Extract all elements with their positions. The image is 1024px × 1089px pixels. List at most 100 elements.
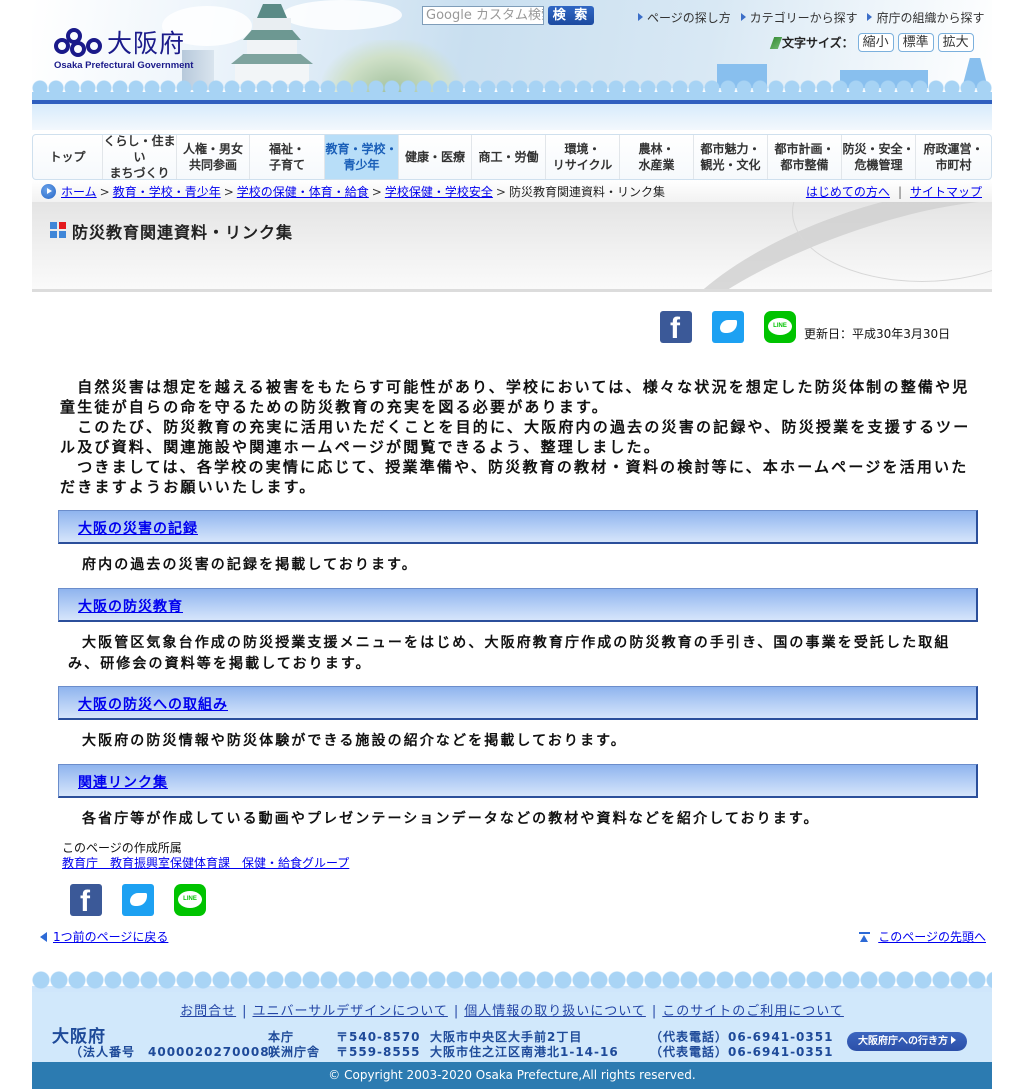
nav-item-label: 商工・労働 bbox=[478, 150, 539, 164]
breadcrumb-separator: > bbox=[99, 185, 110, 199]
tree-row-decoration bbox=[32, 78, 992, 100]
footer-link-privacy[interactable]: 個人情報の取り扱いについて bbox=[464, 1004, 646, 1019]
search-button[interactable]: 検 索 bbox=[548, 6, 594, 25]
twitter-share-icon[interactable] bbox=[122, 884, 154, 916]
sitemap-link[interactable]: サイトマップ bbox=[910, 185, 982, 199]
title-squares-icon bbox=[50, 222, 66, 238]
nav-item-urban-planning[interactable]: 都市計画・ 都市整備 bbox=[768, 135, 842, 179]
back-link-label[interactable]: 1つ前のページに戻る bbox=[53, 930, 168, 944]
nav-item-label: 防災・安全・ 危機管理 bbox=[842, 142, 915, 172]
line-share-icon[interactable] bbox=[174, 884, 206, 916]
font-size-larger-button[interactable]: 拡大 bbox=[937, 33, 974, 52]
title-band: 防災教育関連資料・リンク集 bbox=[32, 202, 992, 292]
breadcrumb: ホーム > 教育・学校・青少年 > 学校の保健・体育・給食 > 学校保健・学校安全 > 防災教育… bbox=[32, 180, 992, 202]
site-logo[interactable]: 大阪府 Osaka Prefectural Government bbox=[54, 24, 194, 74]
intro-paragraph: つきましては、各学校の実情に応じて、授業準備や、防災教育の教材・資料の検討等に、… bbox=[60, 458, 969, 496]
section-description: 府内の過去の災害の記録を掲載しております。 bbox=[82, 557, 418, 573]
updated-date: 更新日：平成30年3月30日 bbox=[804, 327, 951, 341]
facebook-share-icon[interactable] bbox=[70, 884, 102, 920]
owner-department-link[interactable]: 教育庁 教育振興室保健体育課 保健・給食グループ bbox=[62, 856, 349, 870]
breadcrumb-education[interactable]: 教育・学校・青少年 bbox=[113, 185, 221, 199]
corporate-number: （法人番号 4000020270008） bbox=[70, 1045, 283, 1059]
footer-link-contact[interactable]: お問合せ bbox=[180, 1004, 236, 1019]
nav-item-human-rights[interactable]: 人権・男女 共同参画 bbox=[177, 135, 250, 179]
utility-link-page-guide[interactable]: ページの探し方 bbox=[638, 11, 731, 25]
section-link-disaster-records[interactable]: 大阪の災害の記録 bbox=[78, 518, 198, 538]
nav-item-label: 環境・ リサイクル bbox=[552, 142, 613, 172]
divider: | bbox=[453, 1004, 459, 1019]
section-description: 各省庁等が作成している動画やプレゼンテーションデータなどの教材や資料などを紹介し… bbox=[82, 811, 820, 827]
divider: | bbox=[897, 185, 902, 199]
share-buttons-top bbox=[660, 311, 816, 347]
section-link-related-links[interactable]: 関連リンク集 bbox=[78, 772, 168, 792]
nav-item-living[interactable]: くらし・住まい まちづくり bbox=[103, 134, 177, 180]
intro-paragraph: 自然災害は想定を越える被害をもたらす可能性があり、学校においては、様々な状況を想… bbox=[60, 378, 970, 416]
font-size-smaller-button[interactable]: 縮小 bbox=[857, 33, 894, 52]
breadcrumb-current: 防災教育関連資料・リンク集 bbox=[508, 185, 665, 199]
logo-name: 大阪府 bbox=[107, 29, 186, 58]
page-top-link[interactable]: このページの先頭へ bbox=[859, 928, 986, 945]
intro-paragraph: このたび、防災教育の充実に活用いただくことを目的に、大阪府内の過去の災害の記録や… bbox=[60, 418, 971, 456]
breadcrumb-school-safety[interactable]: 学校保健・学校安全 bbox=[385, 185, 493, 199]
footer-links: お問合せ | ユニバーサルデザインについて | 個人情報の取り扱いについて | このサイトの… bbox=[32, 1000, 992, 1019]
twitter-share-icon[interactable] bbox=[712, 311, 744, 343]
nav-item-disaster-safety[interactable]: 防災・安全・ 危機管理 bbox=[842, 135, 916, 179]
page: 大阪府 Osaka Prefectural Government Google … bbox=[32, 0, 992, 1089]
utility-link-label: 府庁の組織から探す bbox=[876, 11, 985, 25]
header-reflection bbox=[32, 104, 992, 130]
office-address: 大阪市住之江区南港北1-14-16 bbox=[430, 1045, 619, 1059]
section-heading: 大阪の災害の記録 bbox=[58, 510, 978, 544]
first-time-visitor-link[interactable]: はじめての方へ bbox=[806, 185, 890, 199]
nav-item-label: 都市計画・ 都市整備 bbox=[774, 142, 835, 172]
nav-item-tourism[interactable]: 都市魅力・ 観光・文化 bbox=[694, 135, 768, 179]
breadcrumb-school-health[interactable]: 学校の保健・体育・給食 bbox=[237, 185, 369, 199]
logo-english: Osaka Prefectural Government bbox=[54, 60, 194, 71]
office-phone: （代表電話）06-6941-0351 bbox=[650, 1045, 834, 1059]
section-description: 大阪管区気象台作成の防災授業支援メニューをはじめ、大阪府教育庁作成の防災教育の手… bbox=[68, 635, 951, 672]
nav-item-welfare[interactable]: 福祉・ 子育て bbox=[250, 135, 325, 179]
arrow-right-icon bbox=[951, 1036, 956, 1044]
page-top-link-label[interactable]: このページの先頭へ bbox=[878, 930, 986, 944]
nav-item-education[interactable]: 教育・学校・ 青少年 bbox=[325, 135, 399, 179]
font-size-standard-button[interactable]: 標準 bbox=[897, 33, 934, 52]
utility-link-label: ページの探し方 bbox=[647, 11, 731, 25]
pencil-icon bbox=[769, 36, 783, 49]
line-share-icon[interactable] bbox=[764, 311, 796, 343]
footer-link-terms[interactable]: このサイトのご利用について bbox=[662, 1004, 844, 1019]
utility-links: ページの探し方 カテゴリーから探す 府庁の組織から探す bbox=[632, 9, 984, 26]
nav-item-administration[interactable]: 府政運営・ 市町村 bbox=[916, 135, 991, 179]
access-directions-button[interactable]: 大阪府庁への行き方 bbox=[847, 1032, 967, 1051]
nav-item-environment[interactable]: 環境・ リサイクル bbox=[546, 135, 620, 179]
nav-item-commerce[interactable]: 商工・労働 bbox=[472, 135, 546, 179]
access-button-label: 大阪府庁への行き方 bbox=[858, 1036, 948, 1047]
search-input[interactable]: Google カスタム検索 bbox=[422, 6, 544, 25]
section-heading: 大阪の防災への取組み bbox=[58, 686, 978, 720]
nav-item-health[interactable]: 健康・医療 bbox=[399, 135, 472, 179]
utility-link-organization[interactable]: 府庁の組織から探す bbox=[867, 11, 984, 25]
page-owner: このページの作成所属 教育庁 教育振興室保健体育課 保健・給食グループ bbox=[62, 841, 349, 871]
arrow-left-icon bbox=[40, 932, 47, 942]
breadcrumb-home[interactable]: ホーム bbox=[61, 185, 97, 199]
facebook-share-icon[interactable] bbox=[660, 311, 692, 347]
font-size-control: 文字サイズ： 縮小 標準 拡大 bbox=[769, 33, 974, 52]
nav-item-label: 都市魅力・ 観光・文化 bbox=[700, 142, 761, 172]
back-link[interactable]: 1つ前のページに戻る bbox=[40, 928, 168, 945]
osaka-castle-illustration bbox=[227, 4, 317, 84]
utility-link-category[interactable]: カテゴリーから探す bbox=[740, 11, 858, 25]
nav-item-label: 人権・男女 共同参画 bbox=[182, 142, 243, 172]
copyright: © Copyright 2003-2020 Osaka Prefecture,A… bbox=[32, 1062, 992, 1089]
utility-link-label: カテゴリーから探す bbox=[749, 11, 858, 25]
nav-item-label: くらし・住まい まちづくり bbox=[103, 134, 176, 180]
office-name: 咲洲庁舎 bbox=[268, 1045, 321, 1059]
section-heading: 大阪の防災教育 bbox=[58, 588, 978, 622]
intro-text: 自然災害は想定を越える被害をもたらす可能性があり、学校においては、様々な状況を想… bbox=[60, 377, 980, 497]
breadcrumb-separator: > bbox=[223, 185, 234, 199]
nav-item-label: 健康・医療 bbox=[404, 150, 465, 164]
footer-tree-decoration bbox=[32, 968, 992, 992]
section-link-disaster-education[interactable]: 大阪の防災教育 bbox=[78, 596, 183, 616]
arrow-right-icon bbox=[867, 13, 873, 21]
footer-link-universal-design[interactable]: ユニバーサルデザインについて bbox=[253, 1004, 448, 1019]
nav-item-agriculture[interactable]: 農林・ 水産業 bbox=[620, 135, 694, 179]
section-link-disaster-initiatives[interactable]: 大阪の防災への取組み bbox=[78, 694, 228, 714]
nav-item-top[interactable]: トップ bbox=[33, 135, 103, 179]
